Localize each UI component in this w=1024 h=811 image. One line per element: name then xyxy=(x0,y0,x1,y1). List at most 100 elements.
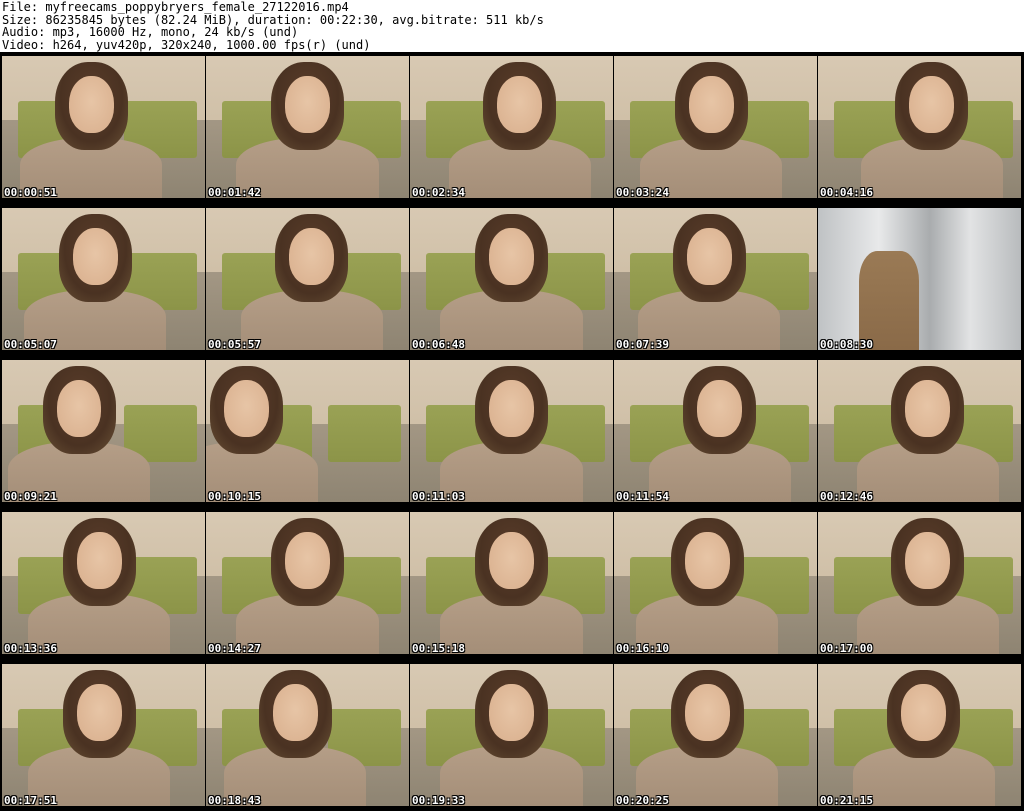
thumbnail-frame-image xyxy=(206,664,409,806)
thumbnail-timestamp: 00:11:54 xyxy=(616,490,669,502)
thumbnail-timestamp: 00:19:33 xyxy=(412,794,465,806)
curtain-image xyxy=(818,208,1021,350)
video-thumbnail: 00:18:43 xyxy=(206,664,409,806)
thumbnail-timestamp: 00:07:39 xyxy=(616,338,669,350)
thumbnail-timestamp: 00:04:16 xyxy=(820,186,873,198)
thumbnail-frame-image xyxy=(614,56,817,198)
thumbnail-frame-image xyxy=(206,360,409,502)
video-thumbnail: 00:14:27 xyxy=(206,512,409,654)
thumbnail-frame-image xyxy=(410,360,613,502)
person-face xyxy=(489,379,534,437)
person-face xyxy=(224,379,269,437)
thumbnail-timestamp: 00:02:34 xyxy=(412,186,465,198)
person-face xyxy=(272,683,318,741)
video-thumbnail: 00:17:00 xyxy=(818,512,1021,654)
thumbnail-timestamp: 00:10:15 xyxy=(208,490,261,502)
person-face xyxy=(68,75,114,133)
thumbnail-frame-image xyxy=(206,512,409,654)
thumbnail-timestamp: 00:12:46 xyxy=(820,490,873,502)
person-face xyxy=(497,75,542,133)
person-face xyxy=(909,75,954,133)
video-thumbnail: 00:02:34 xyxy=(410,56,613,198)
person-face xyxy=(56,379,102,437)
person-face xyxy=(689,75,734,133)
thumbnail-frame-image xyxy=(614,664,817,806)
person-face xyxy=(697,379,742,437)
video-thumbnail: 00:11:54 xyxy=(614,360,817,502)
person-face xyxy=(687,227,732,285)
video-thumbnail: 00:08:30 xyxy=(818,208,1021,350)
thumbnail-frame-image xyxy=(818,56,1021,198)
video-thumbnail: 00:10:15 xyxy=(206,360,409,502)
thumbnail-timestamp: 00:18:43 xyxy=(208,794,261,806)
person-face xyxy=(901,683,946,741)
video-thumbnail: 00:21:15 xyxy=(818,664,1021,806)
person-face xyxy=(489,683,534,741)
thumbnail-frame-image xyxy=(410,56,613,198)
person-face xyxy=(77,531,122,589)
video-thumbnail: 00:04:16 xyxy=(818,56,1021,198)
file-info-header: File: myfreecams_poppybryers_female_2712… xyxy=(0,0,1024,52)
person-face xyxy=(685,683,730,741)
thumbnail-frame-image xyxy=(410,208,613,350)
thumbnail-grid: 00:00:51 00:01:42 00:02:34 00:03:24 00:04:16… xyxy=(0,52,1024,811)
thumbnail-frame-image xyxy=(2,664,205,806)
thumbnail-timestamp: 00:05:57 xyxy=(208,338,261,350)
thumbnail-frame-image xyxy=(2,56,205,198)
thumbnail-timestamp: 00:21:15 xyxy=(820,794,873,806)
thumbnail-frame-image xyxy=(614,360,817,502)
thumbnail-frame-image xyxy=(818,664,1021,806)
thumbnail-frame-image xyxy=(818,512,1021,654)
person-face xyxy=(685,531,730,589)
video-thumbnail: 00:09:21 xyxy=(2,360,205,502)
person-face xyxy=(905,531,950,589)
video-thumbnail: 00:15:18 xyxy=(410,512,613,654)
person-face xyxy=(489,531,534,589)
person-face xyxy=(285,75,330,133)
thumbnail-timestamp: 00:13:36 xyxy=(4,642,57,654)
thumbnail-frame-image xyxy=(2,208,205,350)
video-thumbnail: 00:19:33 xyxy=(410,664,613,806)
person-face xyxy=(285,531,330,589)
person-face xyxy=(73,227,118,285)
thumbnail-frame-image xyxy=(410,664,613,806)
file-name-line: File: myfreecams_poppybryers_female_2712… xyxy=(2,0,349,14)
thumbnail-frame-image xyxy=(410,512,613,654)
thumbnail-timestamp: 00:15:18 xyxy=(412,642,465,654)
thumbnail-frame-image xyxy=(818,208,1021,350)
video-thumbnail: 00:06:48 xyxy=(410,208,613,350)
thumbnail-frame-image xyxy=(614,208,817,350)
thumbnail-frame-image xyxy=(614,512,817,654)
thumbnail-timestamp: 00:05:07 xyxy=(4,338,57,350)
figure-image xyxy=(858,250,920,350)
video-thumbnail: 00:13:36 xyxy=(2,512,205,654)
thumbnail-timestamp: 00:17:00 xyxy=(820,642,873,654)
thumbnail-frame-image xyxy=(206,208,409,350)
thumbnail-timestamp: 00:20:25 xyxy=(616,794,669,806)
video-thumbnail: 00:05:57 xyxy=(206,208,409,350)
thumbnail-timestamp: 00:08:30 xyxy=(820,338,873,350)
person-face xyxy=(289,227,334,285)
thumbnail-frame-image xyxy=(2,360,205,502)
person-face xyxy=(489,227,534,285)
person-face xyxy=(905,379,950,437)
person-face xyxy=(77,683,122,741)
thumbnail-timestamp: 00:14:27 xyxy=(208,642,261,654)
thumbnail-timestamp: 00:00:51 xyxy=(4,186,57,198)
thumbnail-frame-image xyxy=(2,512,205,654)
video-thumbnail: 00:07:39 xyxy=(614,208,817,350)
thumbnail-frame-image xyxy=(818,360,1021,502)
video-thumbnail: 00:05:07 xyxy=(2,208,205,350)
video-thumbnail: 00:03:24 xyxy=(614,56,817,198)
thumbnail-timestamp: 00:09:21 xyxy=(4,490,57,502)
thumbnail-timestamp: 00:01:42 xyxy=(208,186,261,198)
green-blanket xyxy=(327,405,401,463)
thumbnail-timestamp: 00:11:03 xyxy=(412,490,465,502)
thumbnail-timestamp: 00:03:24 xyxy=(616,186,669,198)
thumbnail-timestamp: 00:16:10 xyxy=(616,642,669,654)
video-thumbnail: 00:01:42 xyxy=(206,56,409,198)
thumbnail-timestamp: 00:17:51 xyxy=(4,794,57,806)
video-thumbnail: 00:00:51 xyxy=(2,56,205,198)
video-thumbnail: 00:12:46 xyxy=(818,360,1021,502)
thumbnail-timestamp: 00:06:48 xyxy=(412,338,465,350)
